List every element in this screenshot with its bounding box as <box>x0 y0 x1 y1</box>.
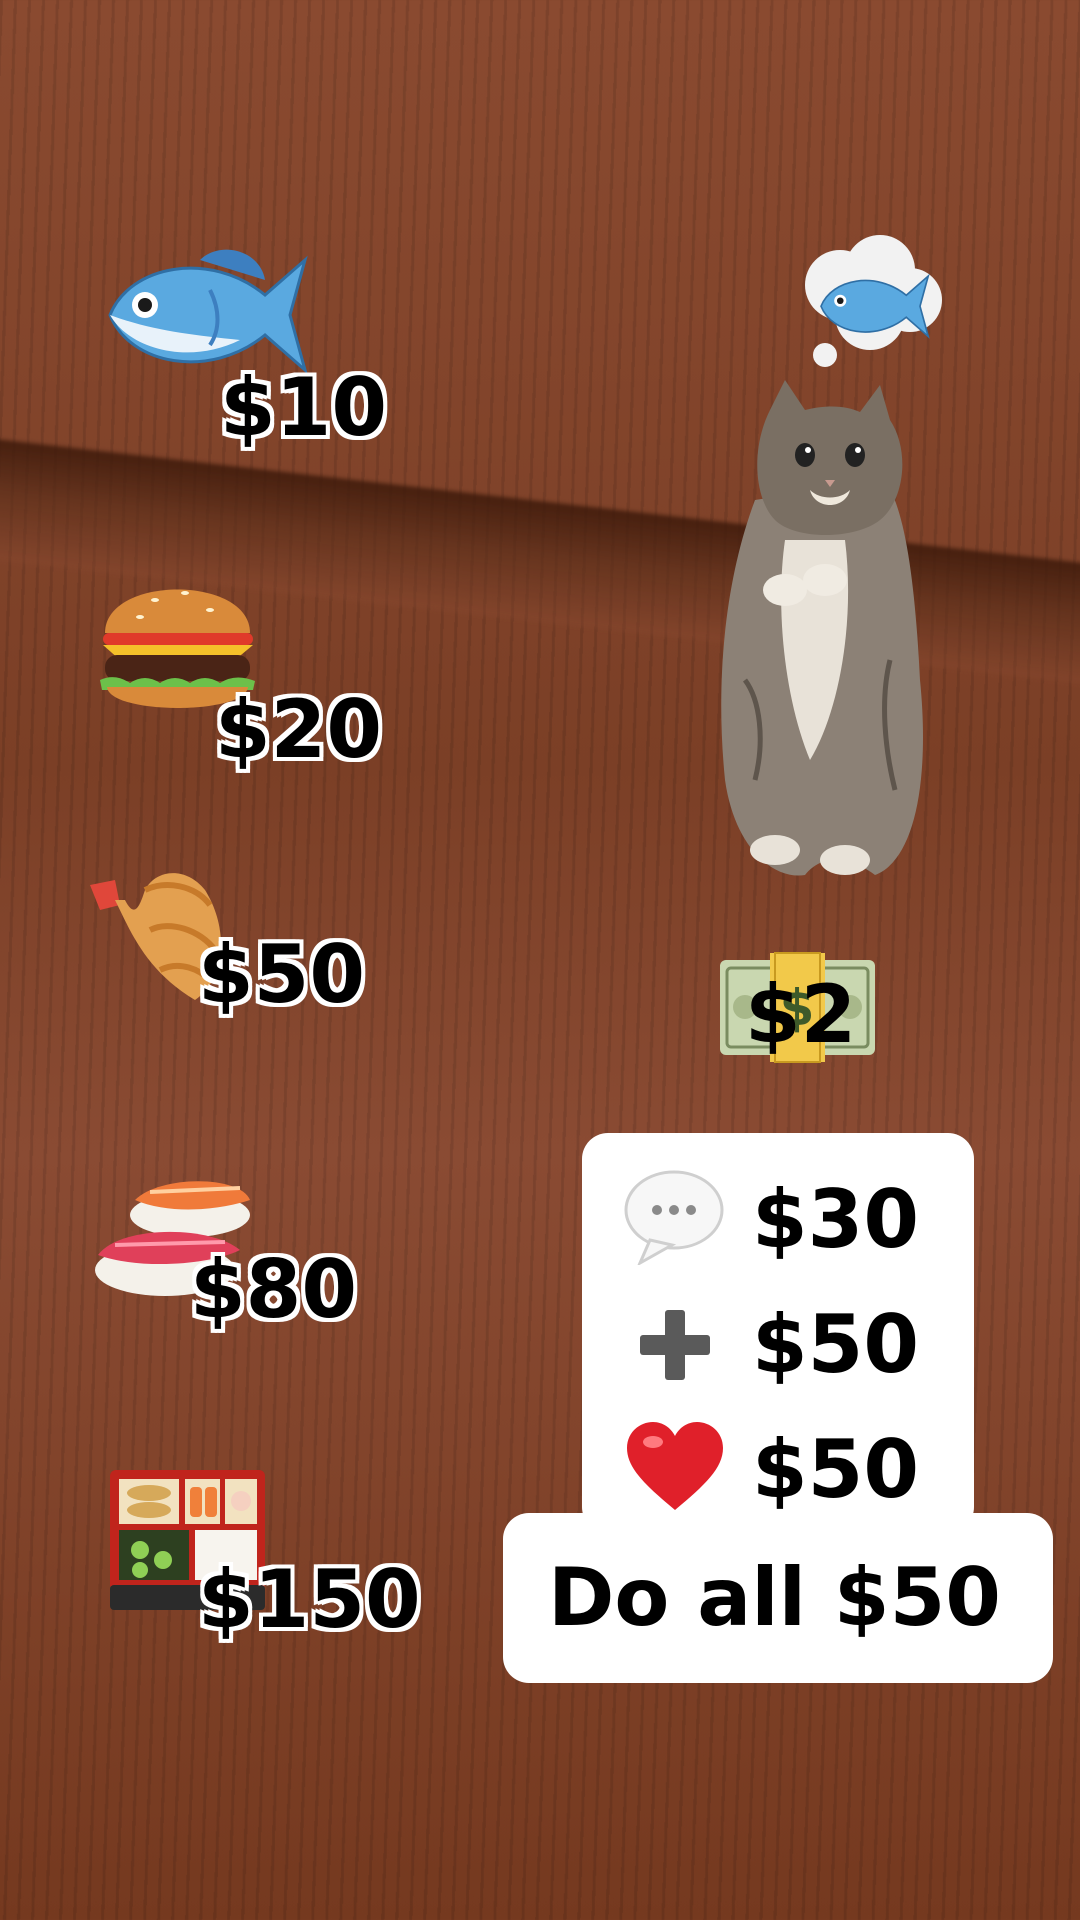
sushi-price: $80 <box>190 1243 357 1336</box>
fried-shrimp-price: $50 <box>198 928 365 1021</box>
like-price: $50 <box>752 1423 919 1516</box>
do-all-label: Do all $50 <box>548 1551 1001 1644</box>
speech-bubble-icon <box>624 1170 724 1265</box>
bento-box-price: $150 <box>198 1553 421 1646</box>
cat-photo <box>721 380 923 876</box>
thought-bubble-icon <box>805 235 942 367</box>
comment-price: $30 <box>752 1173 919 1266</box>
red-heart-icon <box>627 1422 723 1510</box>
plus-icon <box>640 1310 710 1380</box>
hamburger-price: $20 <box>215 683 382 776</box>
fish-price: $10 <box>220 361 387 454</box>
follow-price: $50 <box>752 1298 919 1391</box>
money-price: $2 <box>745 968 857 1061</box>
